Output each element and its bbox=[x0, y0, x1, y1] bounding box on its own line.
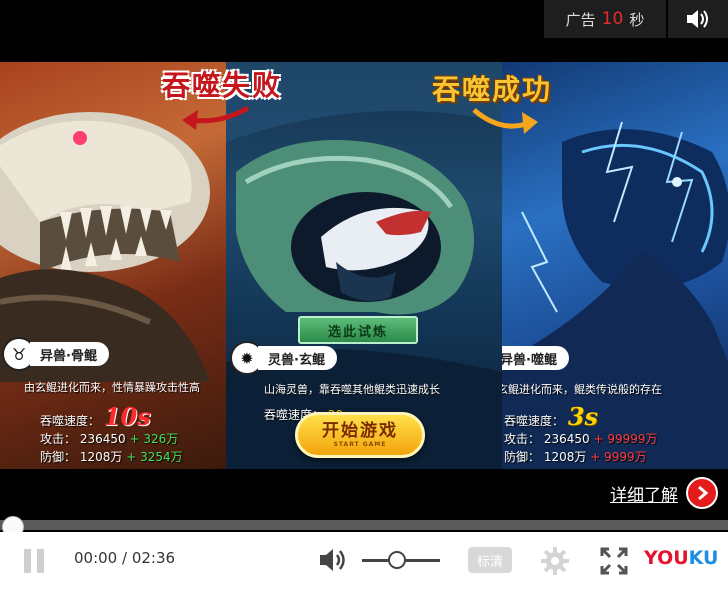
ad-mute-button[interactable] bbox=[668, 0, 728, 38]
pause-icon bbox=[24, 549, 31, 573]
bone-kun-defense-plus: + 3254万 bbox=[126, 450, 183, 464]
devour-kun-attack: 236450 bbox=[543, 432, 590, 446]
ad-bar: 广告 10 秒 bbox=[544, 0, 728, 38]
bone-kun-defense: 1208万 bbox=[79, 450, 123, 464]
youku-logo-ku: KU bbox=[688, 547, 719, 569]
chevron-right-icon bbox=[686, 477, 718, 509]
details-link-label: 详细了解 bbox=[610, 485, 678, 506]
left-arrow-icon bbox=[182, 105, 250, 130]
youku-logo-you: YOU bbox=[644, 547, 689, 569]
speaker-icon bbox=[687, 10, 708, 28]
bone-kun-name: 异兽·骨鲲 bbox=[30, 342, 109, 366]
choose-trial-button[interactable]: 选此试炼 bbox=[298, 316, 418, 344]
devour-kun-speed-row: 吞噬速度： 3s bbox=[504, 402, 598, 431]
devour-kun-desc: 由玄鲲进化而来，鲲类传说般的存在 bbox=[502, 383, 662, 396]
bone-kun-badge: ♉ 异兽·骨鲲 bbox=[2, 337, 109, 371]
bone-kun-defense-row: 防御： 1208万 + 3254万 bbox=[40, 448, 183, 465]
attack-label: 攻击： bbox=[504, 432, 541, 446]
xuan-kun-name: 灵兽·玄鲲 bbox=[258, 346, 337, 370]
devour-kun-name: 异兽·噬鲲 bbox=[502, 346, 569, 370]
devour-kun-attack-plus: + 99999万 bbox=[593, 432, 658, 446]
quality-button[interactable]: 标清 bbox=[468, 547, 512, 573]
ad-seconds: 10 bbox=[601, 9, 624, 29]
control-bar: 00:00 / 02:36 标清 YOUKU bbox=[0, 532, 728, 591]
devour-kun-badge: ♆ 异兽·噬鲲 bbox=[502, 342, 569, 374]
pause-button[interactable] bbox=[24, 549, 46, 573]
xuan-kun-badge: ✹ 灵兽·玄鲲 bbox=[230, 341, 337, 375]
bone-kun-speed-row: 吞噬速度： 10s bbox=[40, 402, 151, 431]
devour-kun-attack-row: 攻击： 236450 + 99999万 bbox=[504, 430, 658, 447]
ad-label: 广告 bbox=[565, 10, 596, 29]
attack-label: 攻击： bbox=[40, 432, 77, 446]
bone-kun-speed: 10s bbox=[103, 402, 151, 431]
ad-creative[interactable]: ♉ 异兽·骨鲲 由玄鲲进化而来，性情暴躁攻击性高 吞噬速度： 10s 攻击： 2… bbox=[0, 62, 728, 469]
details-link[interactable]: 详细了解 bbox=[610, 477, 718, 509]
youku-logo[interactable]: YOUKU bbox=[644, 547, 719, 569]
devour-kun-speed: 3s bbox=[567, 402, 599, 431]
speed-label: 吞噬速度： bbox=[504, 414, 565, 428]
speed-label: 吞噬速度： bbox=[40, 414, 101, 428]
bone-kun-attack: 236450 bbox=[79, 432, 126, 446]
devour-kun-defense-row: 防御： 1208万 + 9999万 bbox=[504, 448, 647, 465]
ad-countdown: 广告 10 秒 bbox=[544, 0, 666, 38]
bone-kun-desc: 由玄鲲进化而来，性情暴躁攻击性高 bbox=[24, 381, 200, 394]
right-arrow-icon bbox=[472, 108, 538, 134]
volume-icon[interactable] bbox=[318, 546, 348, 574]
gear-icon[interactable] bbox=[540, 546, 570, 576]
devour-fail-title: 吞噬失败 bbox=[162, 69, 283, 102]
ad-seconds-unit: 秒 bbox=[629, 10, 645, 29]
bone-kun-attack-row: 攻击： 236450 + 326万 bbox=[40, 430, 178, 447]
start-game-sublabel: START GAME bbox=[333, 441, 387, 448]
progress-bar[interactable] bbox=[0, 520, 728, 530]
bone-kun-attack-plus: + 326万 bbox=[129, 432, 179, 446]
defense-label: 防御： bbox=[504, 450, 541, 464]
start-game-label: 开始游戏 bbox=[322, 421, 398, 441]
devour-kun-defense-plus: + 9999万 bbox=[590, 450, 647, 464]
defense-label: 防御： bbox=[40, 450, 77, 464]
panel-xuan-kun: ✹ 灵兽·玄鲲 山海灵兽，靠吞噬其他鲲类迅速成长 吞噬速度： 20s bbox=[226, 62, 502, 469]
devour-kun-defense: 1208万 bbox=[543, 450, 587, 464]
video-player: 广告 10 秒 ♉ 异兽·骨鲲 由玄鲲进化而来，性情暴躁攻击性高 吞噬速度： 1… bbox=[0, 0, 728, 591]
volume-handle[interactable] bbox=[388, 551, 407, 569]
time-display: 00:00 / 02:36 bbox=[74, 549, 176, 567]
xuan-kun-desc: 山海灵兽，靠吞噬其他鲲类迅速成长 bbox=[264, 383, 440, 396]
fullscreen-icon[interactable] bbox=[600, 547, 628, 575]
start-game-button[interactable]: 开始游戏 START GAME bbox=[295, 412, 425, 458]
